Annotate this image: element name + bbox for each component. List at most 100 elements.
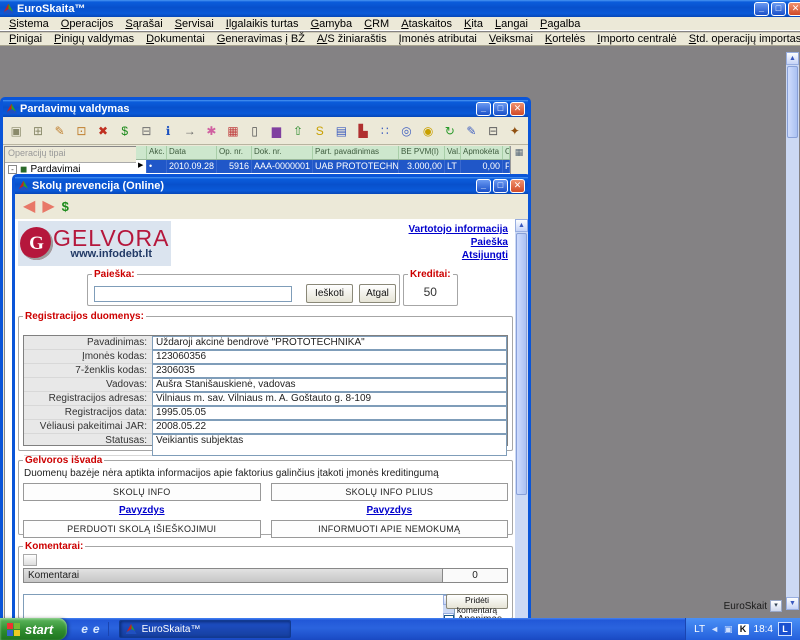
back-button[interactable]: Atgal	[359, 284, 396, 303]
minimize-button[interactable]: _	[476, 179, 491, 193]
collapse-icon[interactable]: -	[8, 165, 17, 174]
import-icon[interactable]: ⇧	[288, 119, 309, 142]
scroll-up-icon[interactable]: ▲	[515, 219, 528, 232]
column-header[interactable]: Val.	[445, 146, 461, 159]
network-icon[interactable]: ▣	[724, 624, 733, 635]
column-header[interactable]: Akc. ?	[147, 146, 167, 159]
minimize-button[interactable]: _	[476, 102, 491, 116]
menu-item[interactable]: Sistema	[3, 18, 55, 30]
column-header[interactable]: Data	[167, 146, 217, 159]
menu-item[interactable]: Pinigų valdymas	[48, 33, 140, 45]
scrollbar-thumb[interactable]	[516, 233, 527, 495]
column-header[interactable]: Op. trumpa	[503, 146, 510, 159]
transfer-debt-button[interactable]: PERDUOTI SKOLĄ IŠIEŠKOJIMUI	[23, 520, 261, 538]
add-comment-button[interactable]: Pridėti komentarą	[446, 594, 508, 609]
blue-form-icon[interactable]: ▤	[331, 119, 352, 142]
table-icon[interactable]: ▦	[511, 147, 527, 158]
browser-icon[interactable]: e	[93, 622, 100, 636]
print-icon[interactable]: ⊟	[483, 119, 504, 142]
close-button[interactable]: ✕	[510, 179, 525, 193]
cash-register-icon[interactable]: ▙	[353, 119, 374, 142]
menu-item[interactable]: Kortelės	[539, 33, 591, 45]
menu-item[interactable]: Importo centralė	[591, 33, 683, 45]
scroll-down-icon[interactable]: ▼	[786, 597, 799, 610]
edit-doc-icon[interactable]: ✎	[461, 119, 482, 142]
search-button[interactable]: Ieškoti	[306, 284, 353, 303]
example-link[interactable]: Pavyzdys	[271, 504, 509, 517]
menu-item[interactable]: Veiksmai	[483, 33, 539, 45]
scroll-up-icon[interactable]: ▲	[786, 52, 799, 65]
forward-arrow-icon[interactable]: ▶	[42, 199, 54, 215]
menu-item[interactable]: CRM	[358, 18, 395, 30]
nav-link[interactable]: Atsijungti	[409, 249, 508, 262]
menu-item[interactable]: Pinigai	[3, 33, 48, 45]
chart-icon[interactable]: ▆	[266, 119, 287, 142]
chevron-down-icon[interactable]: ▾	[770, 600, 782, 612]
properties-icon[interactable]: ▣	[6, 119, 27, 142]
flower-doc-icon[interactable]: ✱	[201, 119, 222, 142]
column-header[interactable]: Apmokėta	[461, 146, 503, 159]
taskbar-button-euroskaita[interactable]: EuroSkaita™	[119, 620, 291, 638]
column-header[interactable]: Dok. nr.	[252, 146, 313, 159]
column-header[interactable]: Part. pavadinimas	[313, 146, 399, 159]
column-header[interactable]	[136, 146, 147, 159]
column-header[interactable]: BE PVM(I)	[399, 146, 445, 159]
menu-item[interactable]: Įmonės atributai	[393, 33, 483, 45]
new-record-icon[interactable]: ✎	[49, 119, 70, 142]
copy-record-icon[interactable]: ⊡	[71, 119, 92, 142]
calendar-icon[interactable]: ▦	[223, 119, 244, 142]
coins-icon[interactable]: ◉	[418, 119, 439, 142]
keyboard-layout-icon[interactable]: L	[778, 622, 792, 636]
maximize-button[interactable]: □	[493, 102, 508, 116]
nav-link[interactable]: Paieška	[409, 236, 508, 249]
start-button[interactable]: start	[0, 618, 67, 640]
back-arrow-icon[interactable]: ◀	[23, 199, 35, 215]
content-scrollbar[interactable]: ▲ ▼	[515, 219, 528, 640]
comments-tool-icon[interactable]	[23, 554, 37, 566]
zoom-icon[interactable]: ◎	[396, 119, 417, 142]
print-form-icon[interactable]: ⊟	[136, 119, 157, 142]
scrollbar-thumb[interactable]	[787, 66, 798, 138]
menu-item[interactable]: A/S žiniaraštis	[311, 33, 393, 45]
money-band-icon[interactable]: S	[309, 119, 330, 142]
language-indicator[interactable]: LT	[694, 624, 705, 635]
table-row[interactable]: ▶ • 2010.09.28 5916 AAA-0000001 UAB PROT…	[136, 160, 510, 173]
wizard-icon[interactable]: ✦	[504, 119, 525, 142]
grid-icon[interactable]: ∷	[374, 119, 395, 142]
search-input[interactable]	[94, 286, 292, 302]
menu-item[interactable]: Ataskaitos	[395, 18, 458, 30]
maximize-button[interactable]: □	[771, 2, 786, 16]
column-header[interactable]: Op. nr.	[217, 146, 252, 159]
menu-item[interactable]: Std. operacijų importas	[683, 33, 800, 45]
menu-item[interactable]: Sąrašai	[119, 18, 168, 30]
debt-info-button[interactable]: SKOLŲ INFO	[23, 483, 261, 501]
nav-link[interactable]: Vartotojo informacija	[409, 223, 508, 236]
menu-item[interactable]: Generavimas į BŽ	[211, 33, 311, 45]
example-link[interactable]: Pavyzdys	[23, 504, 261, 517]
info-icon[interactable]: ℹ	[158, 119, 179, 142]
inform-insolvency-button[interactable]: INFORMUOTI APIE NEMOKUMĄ	[271, 520, 509, 538]
money-icon[interactable]: $	[114, 119, 135, 142]
mdi-scrollbar[interactable]: ▲ ▼	[786, 52, 799, 610]
link-form-icon[interactable]: ⊞	[28, 119, 49, 142]
internet-explorer-icon[interactable]: e	[81, 622, 88, 636]
menu-item[interactable]: Kita	[458, 18, 489, 30]
maximize-button[interactable]: □	[493, 179, 508, 193]
close-button[interactable]: ✕	[510, 102, 525, 116]
menu-item[interactable]: Dokumentai	[140, 33, 211, 45]
menu-item[interactable]: Operacijos	[55, 18, 120, 30]
menu-item[interactable]: Gamyba	[305, 18, 359, 30]
menu-item[interactable]: Ilgalaikis turtas	[220, 18, 305, 30]
menu-item[interactable]: Langai	[489, 18, 534, 30]
messenger-icon[interactable]: ◄	[710, 624, 719, 634]
menu-item[interactable]: Servisai	[169, 18, 220, 30]
delivery-icon[interactable]: →	[179, 119, 200, 142]
menu-item[interactable]: Pagalba	[534, 18, 586, 30]
delete-record-icon[interactable]: ✖	[93, 119, 114, 142]
antivirus-icon[interactable]: K	[738, 624, 749, 635]
online-money-icon[interactable]: $	[62, 199, 69, 214]
close-button[interactable]: ✕	[788, 2, 800, 16]
minimize-button[interactable]: _	[754, 2, 769, 16]
document-icon[interactable]: ▯	[244, 119, 265, 142]
refresh-icon[interactable]: ↻	[439, 119, 460, 142]
